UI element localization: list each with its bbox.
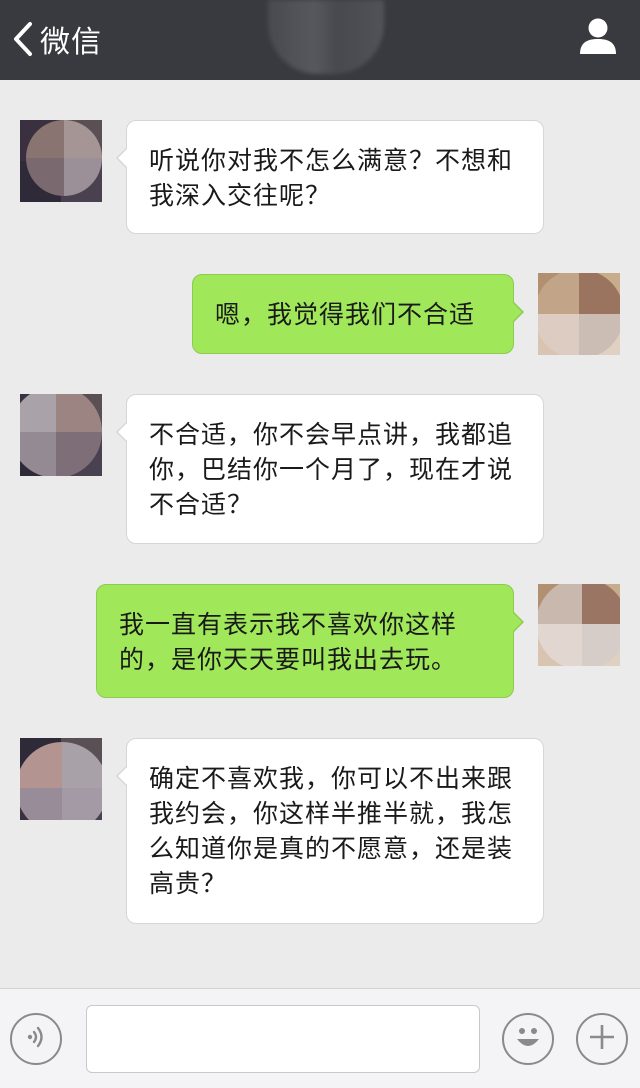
my-avatar[interactable] xyxy=(538,584,620,666)
message-bubble[interactable]: 不合适，你不会早点讲，我都追你，巴结你一个月了，现在才说不合适？ xyxy=(116,394,544,544)
contact-avatar[interactable] xyxy=(20,394,102,476)
chevron-left-icon xyxy=(12,21,34,57)
emoji-button[interactable] xyxy=(502,1013,554,1065)
blurred-contact-name xyxy=(268,0,384,74)
voice-button[interactable] xyxy=(10,1013,62,1065)
message-bubble[interactable]: 嗯，我觉得我们不合适 xyxy=(192,274,524,354)
back-label: 微信 xyxy=(40,25,102,60)
plus-icon xyxy=(587,1022,617,1056)
message-bubble[interactable]: 听说你对我不怎么满意？不想和我深入交往呢？ xyxy=(116,120,544,234)
smiley-icon xyxy=(508,1017,548,1061)
message-bubble[interactable]: 确定不喜欢我，你可以不出来跟我约会，你这样半推半就，我怎么知道你是真的不愿意，还… xyxy=(116,738,544,924)
input-bar xyxy=(0,988,640,1088)
contact-avatar[interactable] xyxy=(20,120,102,202)
profile-button[interactable] xyxy=(578,16,618,60)
message-input[interactable] xyxy=(86,1005,480,1073)
title-bar: 微信 xyxy=(0,0,640,80)
voice-icon xyxy=(23,1024,49,1054)
message-bubble[interactable]: 我一直有表示我不喜欢你这样的，是你天天要叫我出去玩。 xyxy=(96,584,524,698)
more-button[interactable] xyxy=(576,1013,628,1065)
person-icon xyxy=(578,18,618,60)
back-button[interactable]: 微信 xyxy=(12,14,102,64)
my-avatar[interactable] xyxy=(538,273,620,355)
contact-avatar[interactable] xyxy=(20,738,102,820)
